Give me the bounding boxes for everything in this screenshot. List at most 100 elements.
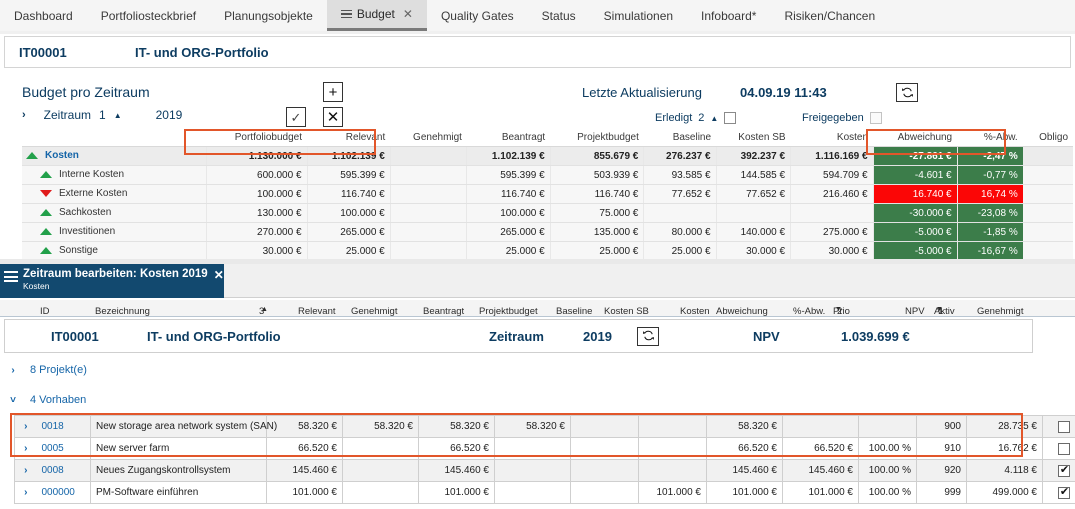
table-row[interactable]: ›0018New storage area network system (SA… [15,416,1075,438]
cell-genehmigt: 66.520 € [419,438,495,460]
row-label-cell: Externe Kosten [22,185,206,204]
erledigt-checkbox[interactable] [724,112,736,124]
col-header-projektbudget[interactable]: Projektbudget [550,130,644,147]
close-icon[interactable]: ✕ [403,7,413,21]
table-row[interactable]: Kosten1.130.000 €1.102.139 €1.102.139 €8… [22,147,1073,166]
cell-relevant: 265.000 € [307,223,390,242]
tab-dashboard[interactable]: Dashboard [0,0,87,31]
row-expand-cell[interactable]: › [15,438,37,460]
hamburger-icon[interactable] [4,271,18,282]
cell-relevant [343,460,419,482]
col-header-kosten-sb[interactable]: Kosten SB [716,130,791,147]
col-header-baseline[interactable]: Baseline [644,130,716,147]
table-row[interactable]: Sachkosten130.000 €100.000 €100.000 €75.… [22,204,1073,223]
table-row[interactable]: ›000000PM-Software einführen101.000 €101… [15,482,1075,504]
cell-kosten: 1.116.169 € [791,147,873,166]
sort-descending-icon[interactable]: ▼ [936,306,943,313]
collapse-chevron-icon[interactable]: ˅ [8,395,18,406]
table-row[interactable]: Interne Kosten600.000 €595.399 €595.399 … [22,166,1073,185]
detail-col-header-label: Abweichung [716,306,768,317]
tab-budget[interactable]: Budget ✕ [327,0,427,31]
period-label: Zeitraum [44,108,91,122]
tab-status[interactable]: Status [528,0,590,31]
row-expand-cell[interactable]: › [15,460,37,482]
cancel-button[interactable]: ✕ [323,107,343,127]
cell-beantragt [495,482,571,504]
cell-id[interactable]: 000000 [37,482,91,504]
period-filter-row[interactable]: › Zeitraum 1 ▲ 2019 [22,108,182,122]
cell-aktiv-checkbox[interactable] [1043,460,1075,482]
cell-portfoliobudget: 1.130.000 € [206,147,307,166]
col-header-beantragt[interactable]: Beantragt [467,130,550,147]
cell-prio: 4.118 € [967,460,1043,482]
cell-projektbudget [571,416,639,438]
table-row[interactable]: ›0005New server farm66.520 €66.520 €66.5… [15,438,1075,460]
col-header-kosten[interactable]: Kosten [791,130,873,147]
expand-chevron-icon[interactable]: › [24,443,27,454]
col-header-name[interactable] [22,130,206,147]
row-expand-cell[interactable]: › [15,416,37,438]
tab-risiken-chancen[interactable]: Risiken/Chancen [770,0,889,31]
add-period-button[interactable]: + [323,82,343,102]
cell-aktiv-checkbox[interactable] [1043,416,1075,438]
sort-ascending-icon[interactable]: ▲ [710,114,718,123]
row-label-cell: Sonstige [22,242,206,261]
sort-ascending-icon[interactable]: ▲ [114,111,122,120]
cell-id[interactable]: 0008 [37,460,91,482]
col-header-portfoliobudget[interactable]: Portfoliobudget [206,130,307,147]
table-row[interactable]: Externe Kosten100.000 €116.740 €116.740 … [22,185,1073,204]
filter-erledigt[interactable]: Erledigt 2 ▲ [655,112,736,124]
cell-projektbudget: 75.000 € [550,204,644,223]
sort-descending-icon[interactable]: ▼ [835,306,842,313]
confirm-button[interactable]: ✓ [286,107,306,127]
cell-id[interactable]: 0018 [37,416,91,438]
cell-abw-pct: -23,08 % [957,204,1023,223]
col-header-abw[interactable]: %-Abw. [957,130,1023,147]
cell-abw-pct: 920 [917,460,967,482]
hamburger-icon[interactable] [341,10,352,19]
expand-chevron-icon[interactable]: › [24,421,27,432]
cell-id[interactable]: 0005 [37,438,91,460]
checkbox-checked-icon[interactable] [1058,465,1070,477]
cell-baseline: 93.585 € [644,166,716,185]
filter-freigegeben[interactable]: Freigegeben [802,112,882,124]
group-row-projekte[interactable]: › 8 Projekt(e) [8,364,87,376]
table-row[interactable]: Investitionen270.000 €265.000 €265.000 €… [22,223,1073,242]
table-row[interactable]: ›0008Neues Zugangskontrollsystem145.460 … [15,460,1075,482]
refresh-button[interactable] [896,83,918,102]
expand-chevron-icon[interactable]: › [24,465,27,476]
col-header-genehmigt[interactable]: Genehmigt [390,130,467,147]
expand-chevron-icon[interactable]: › [8,365,18,376]
cell-obligo [1023,185,1073,204]
tab-quality-gates[interactable]: Quality Gates [427,0,528,31]
refresh-icon [642,329,655,345]
cell-aktiv-checkbox[interactable] [1043,482,1075,504]
cell-obligo [1023,166,1073,185]
tab-planungsobjekte[interactable]: Planungsobjekte [210,0,327,31]
col-header-obligo[interactable]: Obligo [1023,130,1073,147]
cell-aktiv-checkbox[interactable] [1043,438,1075,460]
expand-chevron-icon[interactable]: › [22,109,26,121]
row-expand-cell[interactable]: › [15,482,37,504]
checkbox-unchecked-icon[interactable] [1058,443,1070,455]
tab-portfoliosteckbrief[interactable]: Portfoliosteckbrief [87,0,210,31]
detail-refresh-button[interactable] [637,327,659,346]
close-icon[interactable]: ✕ [214,268,224,282]
col-header-relevant[interactable]: Relevant [307,130,390,147]
freigegeben-checkbox[interactable] [870,112,882,124]
checkbox-checked-icon[interactable] [1058,487,1070,499]
tab-label: Budget [357,7,395,21]
expand-chevron-icon[interactable]: › [24,487,27,498]
portfolio-header-bar: IT00001 IT- und ORG-Portfolio [4,36,1071,68]
detail-col-header-label: %-Abw. [793,306,825,317]
trend-up-icon [40,228,52,235]
table-row[interactable]: Sonstige30.000 €25.000 €25.000 €25.000 €… [22,242,1073,261]
cell-projektbudget [571,460,639,482]
checkbox-unchecked-icon[interactable] [1058,421,1070,433]
group-row-vorhaben[interactable]: ˅ 4 Vorhaben [8,394,86,406]
tab-infoboard[interactable]: Infoboard* [687,0,770,31]
tab-simulationen[interactable]: Simulationen [590,0,687,31]
cell-kosten-sb: 66.520 € [707,438,783,460]
col-header-abweichung[interactable]: Abweichung [873,130,957,147]
sort-ascending-icon[interactable]: ▲ [261,306,268,313]
